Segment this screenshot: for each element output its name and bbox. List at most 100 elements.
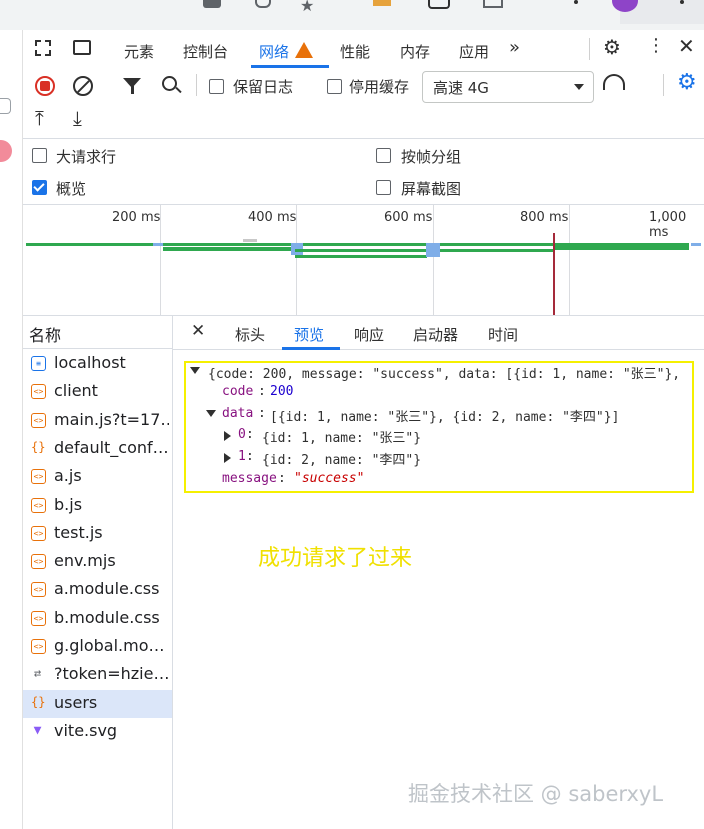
overview-checkbox[interactable] [32,180,47,195]
export-har-icon[interactable]: ⤓ [73,106,82,130]
disable-cache-checkbox[interactable] [327,79,342,94]
request-name: default_conf… [54,437,169,457]
request-row[interactable]: {} users [23,689,172,718]
tab-network[interactable]: 网络 [259,41,289,62]
request-row[interactable]: <> a.module.css [23,576,172,604]
websocket-icon: ⇄ [33,666,42,681]
divider [663,74,664,96]
request-row[interactable]: <> main.js?t=17… [23,407,172,435]
collapse-triangle-icon[interactable] [224,431,231,441]
search-icon[interactable] [162,76,177,91]
timeline-bar [426,243,440,257]
big-request-rows-checkbox[interactable] [32,148,47,163]
menu-dot-icon[interactable] [574,0,578,4]
expand-triangle-icon[interactable] [206,410,216,417]
extension-icon[interactable] [428,0,450,9]
clear-icon[interactable] [73,76,93,96]
stylesheet-icon: <> [31,582,46,598]
extension-icon[interactable] [373,0,391,6]
json-preview-panel: {code: 200, message: "success", data: [{… [184,361,694,493]
settings-gear-icon[interactable]: ⚙ [603,35,621,59]
timeline-bar [153,243,163,246]
tab-headers[interactable]: 标头 [235,324,265,345]
request-items: ≡ localhost <> client <> main.js?t=17… {} defau… [23,350,172,750]
tab-performance[interactable]: 性能 [340,41,370,62]
close-icon[interactable]: ✕ [191,321,205,341]
more-options-icon[interactable]: ⋮ [647,35,665,56]
timeline-bar [691,243,701,246]
menu-dot-icon[interactable] [680,0,684,4]
network-settings-gear-icon[interactable]: ⚙ [677,70,697,95]
tab-response[interactable]: 响应 [354,324,384,345]
json-root-summary[interactable]: {code: 200, message: "success", data: [{… [208,363,690,382]
overview-label: 概览 [56,180,87,198]
timeline-overview[interactable]: 200 ms 400 ms 600 ms 800 ms 1,000 ms [23,205,704,316]
timeline-tick: 600 ms [384,210,433,225]
stylesheet-icon: <> [31,610,46,626]
expand-triangle-icon[interactable] [190,367,200,374]
devtools-tab-bar: 元素 控制台 网络 性能 内存 应用 » ⚙ ⋮ ✕ [23,30,704,69]
extension-icon[interactable] [203,0,221,8]
extension-icon[interactable] [483,0,503,8]
request-name: ?token=hzie… [54,664,169,684]
wifi-settings-icon[interactable] [603,74,625,90]
tab-preview[interactable]: 预览 [294,324,324,345]
request-row[interactable]: <> b.js [23,492,172,520]
throttling-select[interactable]: 高速 4G [422,71,594,103]
load-event-marker [553,233,555,315]
json-key: 0 [238,427,246,442]
json-array-summary[interactable]: [{id: 1, name: "张三"}, {id: 2, name: "李四"… [270,406,619,425]
request-row[interactable]: <> test.js [23,520,172,548]
json-value: "success" [294,471,365,486]
network-options: 大请求行 按帧分组 概览 屏幕截图 [23,139,704,205]
request-row[interactable]: ⇄ ?token=hzie… [23,661,172,689]
tab-console[interactable]: 控制台 [183,41,228,62]
json-colon: : [246,449,254,464]
request-row[interactable]: <> a.js [23,463,172,491]
request-row[interactable]: <> b.module.css [23,605,172,633]
disable-cache-label: 停用缓存 [349,78,410,96]
request-row[interactable]: {} default_conf… [23,435,172,463]
json-object-summary[interactable]: {id: 2, name: "李四"} [262,449,421,468]
side-widget-icon[interactable] [0,98,11,114]
screenshots-checkbox[interactable] [376,180,391,195]
timeline-tick: 400 ms [248,210,297,225]
tab-elements[interactable]: 元素 [124,41,154,62]
request-row[interactable]: ▼ vite.svg [23,718,172,746]
collapse-triangle-icon[interactable] [224,453,231,463]
json-object-summary[interactable]: {id: 1, name: "张三"} [262,427,421,446]
request-name: users [54,692,98,712]
request-name: localhost [54,353,126,372]
inspect-element-icon[interactable] [35,40,51,56]
document-icon: ≡ [31,356,46,371]
record-dot [40,81,50,91]
request-row[interactable]: <> env.mjs [23,548,172,576]
request-row[interactable]: <> g.global.mo… [23,633,172,661]
timeline-tick: 200 ms [112,210,161,225]
request-row[interactable]: ≡ localhost [23,350,172,378]
preserve-log-checkbox[interactable] [209,79,224,94]
request-name: g.global.mo… [54,636,165,655]
request-name: b.module.css [54,607,160,627]
star-icon[interactable]: ★ [300,0,314,15]
name-column-header[interactable]: 名称 [29,322,61,346]
search-icon[interactable] [255,0,271,8]
device-toolbar-icon[interactable] [73,40,91,55]
annotation-text: 成功请求了过来 [258,546,413,571]
browser-toolbar-strip [0,0,704,30]
json-key: data [222,406,254,421]
script-icon: <> [31,384,46,400]
grid-line [569,205,570,315]
more-tabs-icon[interactable]: » [509,37,520,58]
tab-memory[interactable]: 内存 [400,41,430,62]
json-icon: {} [31,439,46,454]
grid-line [433,205,434,315]
tab-initiator[interactable]: 启动器 [413,324,458,345]
close-icon[interactable]: ✕ [678,34,695,58]
import-har-icon[interactable]: ⤒ [35,106,44,130]
tab-application[interactable]: 应用 [459,41,489,62]
tab-timing[interactable]: 时间 [488,324,518,345]
group-by-frame-checkbox[interactable] [376,148,391,163]
active-tab-indicator [282,347,340,350]
request-row[interactable]: <> client [23,378,172,406]
